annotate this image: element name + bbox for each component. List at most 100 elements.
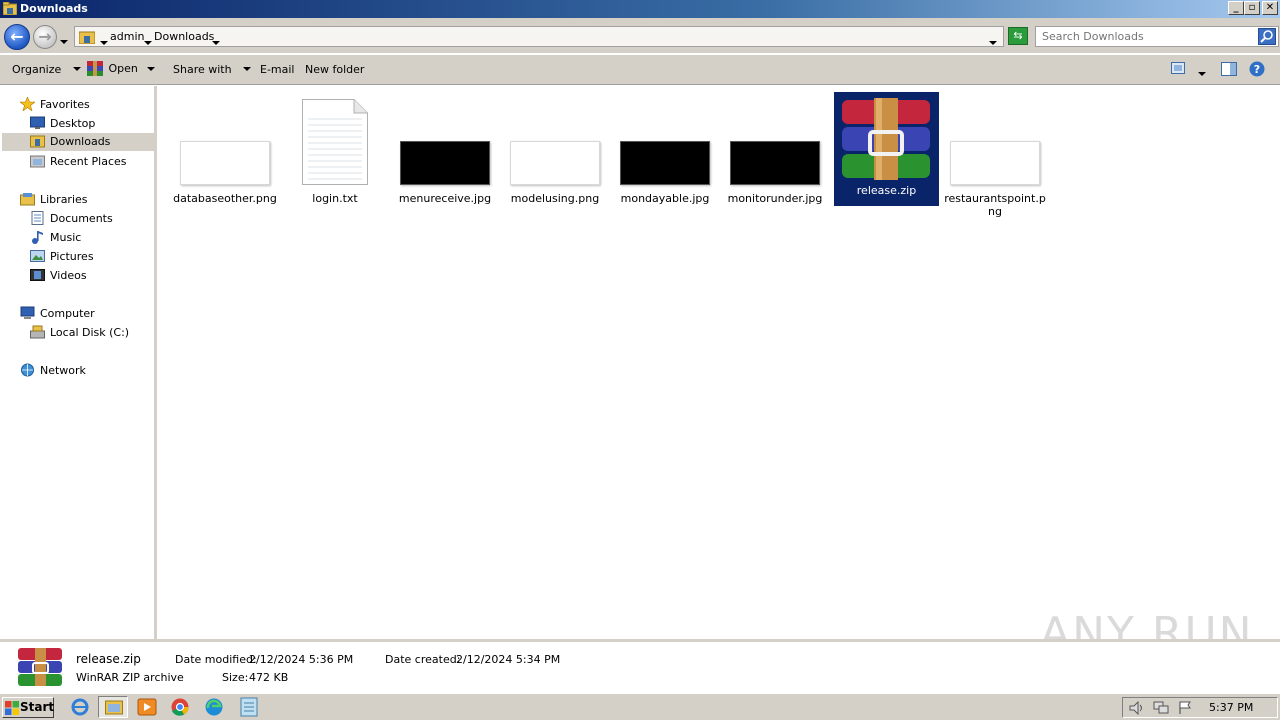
recent-places-icon <box>30 155 45 168</box>
nav-downloads[interactable]: Downloads <box>2 133 157 151</box>
chevron-down-icon <box>72 61 81 74</box>
nav-videos-label: Videos <box>50 269 87 282</box>
nav-recent-places[interactable]: Recent Places <box>30 153 150 171</box>
text-document-icon <box>302 99 368 185</box>
new-folder-button[interactable]: New folder <box>305 63 364 76</box>
image-thumbnail <box>620 141 710 185</box>
nav-music-label: Music <box>50 231 82 244</box>
nav-network[interactable]: Network <box>20 362 150 380</box>
crumb-admin[interactable]: admin <box>110 30 144 43</box>
media-player-icon[interactable] <box>136 697 158 717</box>
nav-desktop[interactable]: Desktop <box>30 115 150 133</box>
file-name: menureceive.jpg <box>398 192 492 205</box>
winrar-icon <box>87 61 103 76</box>
speaker-icon[interactable] <box>1129 701 1145 715</box>
pictures-icon <box>30 250 45 262</box>
nav-computer[interactable]: Computer <box>20 305 150 323</box>
open-button[interactable]: Open <box>87 61 138 76</box>
search-box[interactable] <box>1035 26 1279 47</box>
nav-computer-label: Computer <box>40 307 95 320</box>
winrar-archive-icon <box>18 648 62 686</box>
file-name-line-2: ng <box>988 205 1002 218</box>
command-bar: Organize Open Share with E-mail New fold… <box>0 55 1280 85</box>
nav-favorites[interactable]: Favorites <box>20 96 150 114</box>
recent-pages-dropdown[interactable] <box>60 34 68 47</box>
refresh-icon: ⇆ <box>1013 29 1023 42</box>
computer-icon <box>20 306 35 319</box>
image-thumbnail <box>730 141 820 185</box>
clock[interactable]: 5:37 PM <box>1209 701 1253 714</box>
email-label: E-mail <box>260 63 295 76</box>
downloads-folder-icon <box>30 135 45 148</box>
restore-button[interactable]: ▫ <box>1244 1 1260 15</box>
file-name: restaurantspoint.p ng <box>942 192 1048 218</box>
search-icon[interactable] <box>1258 28 1276 45</box>
forward-button[interactable]: → <box>33 25 57 49</box>
nav-pictures-label: Pictures <box>50 250 94 263</box>
folder-icon <box>3 2 17 15</box>
organize-button[interactable]: Organize <box>12 63 81 76</box>
help-button[interactable]: ? <box>1249 61 1265 80</box>
action-center-flag-icon[interactable] <box>1177 701 1193 715</box>
close-button[interactable]: ✕ <box>1262 1 1278 15</box>
back-button[interactable]: ← <box>4 24 30 50</box>
desktop-icon <box>30 116 45 129</box>
image-thumbnail <box>180 141 270 185</box>
crumb-separator <box>100 35 108 48</box>
network-status-icon[interactable] <box>1153 701 1169 715</box>
nav-pictures[interactable]: Pictures <box>30 248 150 266</box>
videos-icon <box>30 269 45 281</box>
file-name: login.txt <box>312 192 358 205</box>
image-thumbnail <box>950 141 1040 185</box>
refresh-button[interactable]: ⇆ <box>1008 27 1028 45</box>
documents-icon <box>31 211 44 225</box>
explorer-taskbar-button[interactable] <box>98 696 128 718</box>
preview-pane-button[interactable] <box>1221 62 1237 79</box>
network-icon <box>21 363 34 377</box>
chevron-down-icon <box>1198 66 1206 79</box>
window-title: Downloads <box>20 2 88 15</box>
nav-libraries[interactable]: Libraries <box>20 191 150 209</box>
chevron-down-icon <box>243 61 252 74</box>
nav-documents-label: Documents <box>50 212 113 225</box>
notepad-icon[interactable] <box>238 697 260 717</box>
crumb-separator <box>144 35 152 48</box>
chevron-down-icon <box>147 61 155 74</box>
taskbar: Start 5:37 PM <box>0 693 1280 720</box>
email-button[interactable]: E-mail <box>260 63 295 76</box>
open-dropdown[interactable] <box>147 63 155 76</box>
nav-music[interactable]: Music <box>30 229 150 247</box>
date-created-value: 2/12/2024 5:34 PM <box>456 653 561 666</box>
edge-icon[interactable] <box>203 697 225 717</box>
internet-explorer-icon[interactable] <box>69 697 91 717</box>
image-thumbnail <box>510 141 600 185</box>
share-with-button[interactable]: Share with <box>173 61 252 76</box>
explorer-icon <box>105 700 123 715</box>
file-name: monitorunder.jpg <box>727 192 823 205</box>
start-button[interactable]: Start <box>2 697 54 718</box>
address-box[interactable]: admin Downloads <box>74 26 1004 47</box>
folder-icon <box>79 31 95 44</box>
nav-videos[interactable]: Videos <box>30 267 150 285</box>
crumb-downloads[interactable]: Downloads <box>154 30 214 43</box>
change-view-button[interactable] <box>1171 62 1185 77</box>
address-history-dropdown[interactable] <box>989 35 997 48</box>
nav-recent-places-label: Recent Places <box>50 155 127 168</box>
nav-local-disk[interactable]: Local Disk (C:) <box>30 324 150 342</box>
minimize-button[interactable]: _ <box>1228 1 1244 15</box>
nav-downloads-label: Downloads <box>50 135 111 148</box>
file-list: databaseother.png login.txt menureceive.… <box>160 86 1280 639</box>
file-release-zip[interactable]: release.zip <box>834 92 939 206</box>
windows-logo-icon <box>5 701 19 715</box>
file-name: databaseother.png <box>173 192 277 205</box>
chrome-icon[interactable] <box>169 697 191 717</box>
svg-text:?: ? <box>1254 63 1260 76</box>
search-input[interactable] <box>1042 30 1252 43</box>
new-folder-label: New folder <box>305 63 365 76</box>
more-options-dropdown[interactable] <box>1198 66 1206 79</box>
nav-favorites-label: Favorites <box>40 98 90 111</box>
libraries-icon <box>20 193 35 206</box>
file-name: release.zip <box>856 184 917 197</box>
nav-desktop-label: Desktop <box>50 117 96 130</box>
nav-documents[interactable]: Documents <box>30 210 150 228</box>
